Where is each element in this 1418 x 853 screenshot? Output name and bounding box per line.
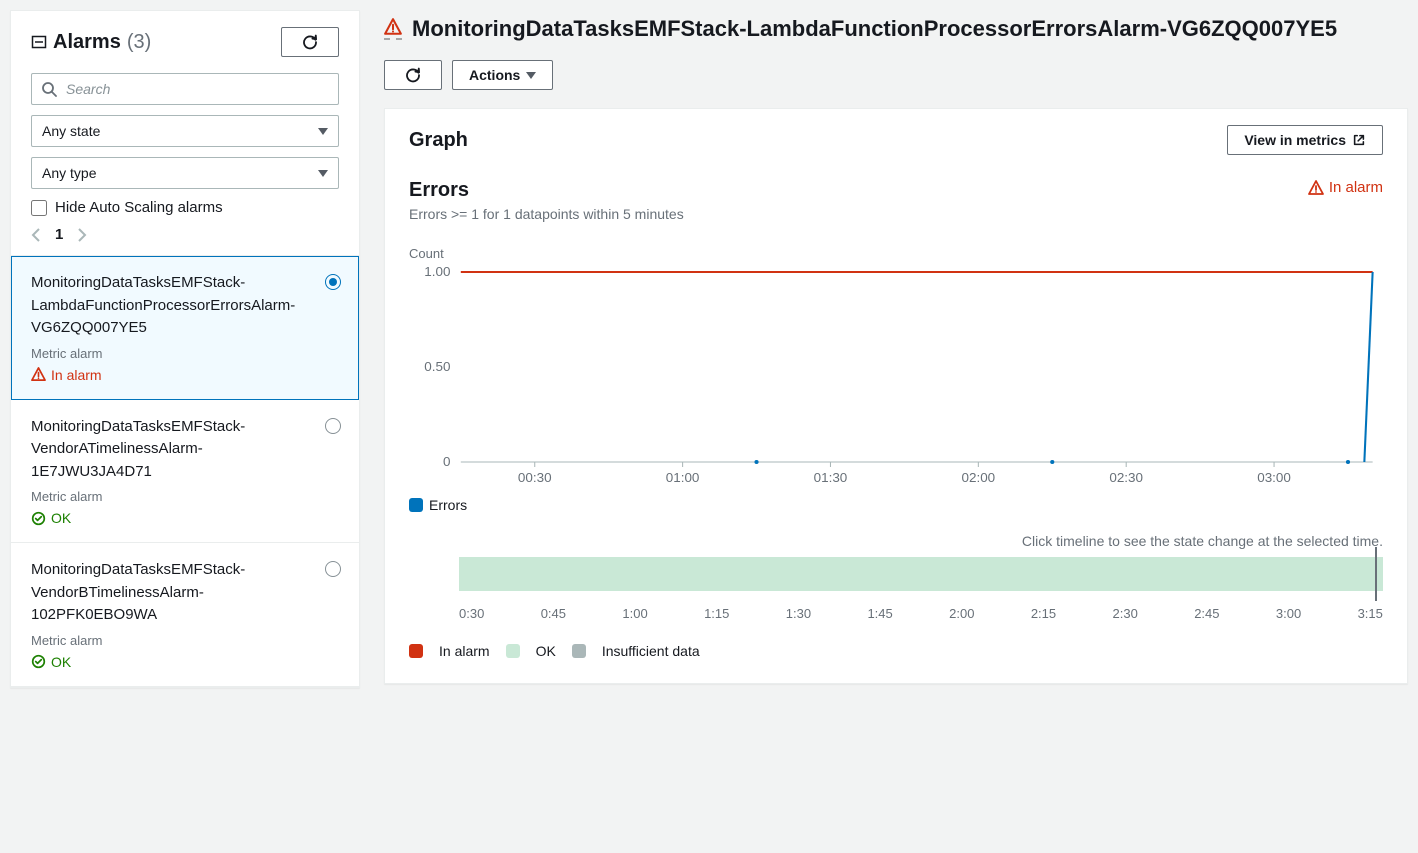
actions-button[interactable]: Actions xyxy=(452,60,553,90)
svg-text:00:30: 00:30 xyxy=(518,470,552,485)
alarm-icon xyxy=(1308,180,1324,196)
timeline-tick: 3:00 xyxy=(1276,606,1301,621)
alarm-icon xyxy=(31,367,46,382)
next-page-button[interactable] xyxy=(77,227,87,243)
timeline-tick: 2:45 xyxy=(1194,606,1219,621)
svg-text:02:00: 02:00 xyxy=(961,470,995,485)
chart-legend: Errors xyxy=(409,497,1383,513)
refresh-icon xyxy=(405,67,421,83)
panel-title: Graph xyxy=(409,129,468,152)
alarm-type: Metric alarm xyxy=(31,633,339,648)
timeline-tick: 2:15 xyxy=(1031,606,1056,621)
status-badge: In alarm xyxy=(1308,179,1383,196)
external-link-icon xyxy=(1352,133,1366,147)
svg-text:0.50: 0.50 xyxy=(424,359,450,374)
pagination: 1 xyxy=(31,226,339,243)
timeline-tick: 2:00 xyxy=(949,606,974,621)
timeline-tick: 1:00 xyxy=(622,606,647,621)
chevron-down-icon xyxy=(318,170,328,177)
svg-text:01:00: 01:00 xyxy=(666,470,700,485)
timeline-tick: 2:30 xyxy=(1113,606,1138,621)
timeline-tick: 3:15 xyxy=(1358,606,1383,621)
chevron-down-icon xyxy=(318,128,328,135)
timeline-ticks: 0:30 0:45 1:00 1:15 1:30 1:45 2:00 2:15 2:30 2:45… xyxy=(459,606,1383,621)
radio-select[interactable] xyxy=(325,274,341,290)
refresh-button[interactable] xyxy=(384,60,442,90)
alarm-status: In alarm xyxy=(31,367,339,383)
timeline-cursor[interactable] xyxy=(1375,547,1377,601)
svg-text:02:30: 02:30 xyxy=(1109,470,1143,485)
timeline-tick: 1:45 xyxy=(867,606,892,621)
timeline-tick: 1:30 xyxy=(786,606,811,621)
graph-title: Errors xyxy=(409,179,684,202)
alarm-name: MonitoringDataTasksEMFStack-VendorBTimel… xyxy=(31,559,339,627)
refresh-icon xyxy=(302,34,318,50)
timeline-tick: 0:45 xyxy=(541,606,566,621)
alarm-list-item[interactable]: MonitoringDataTasksEMFStack-LambdaFuncti… xyxy=(11,256,359,400)
timeline-hint: Click timeline to see the state change a… xyxy=(409,533,1383,549)
alarm-icon xyxy=(384,18,402,40)
svg-text:1.00: 1.00 xyxy=(424,267,450,279)
alarm-list-item[interactable]: MonitoringDataTasksEMFStack-VendorBTimel… xyxy=(11,543,359,687)
svg-text:03:00: 03:00 xyxy=(1257,470,1291,485)
alarm-name: MonitoringDataTasksEMFStack-VendorATimel… xyxy=(31,416,339,484)
collapse-icon[interactable] xyxy=(31,34,47,50)
state-legend: In alarm OK Insufficient data xyxy=(409,643,1383,659)
alarm-count: (3) xyxy=(127,31,151,54)
page-number: 1 xyxy=(55,226,63,243)
timeline-tick: 0:30 xyxy=(459,606,484,621)
view-in-metrics-button[interactable]: View in metrics xyxy=(1227,125,1383,155)
radio-select[interactable] xyxy=(325,561,341,577)
chevron-down-icon xyxy=(526,72,536,79)
alarm-status: OK xyxy=(31,654,339,670)
search-icon xyxy=(41,81,57,97)
alarm-type: Metric alarm xyxy=(31,489,339,504)
alarm-detail: MonitoringDataTasksEMFStack-LambdaFuncti… xyxy=(384,10,1408,688)
chart[interactable]: 0 0.50 1.00 00:30 01:00 01:30 02:00 02:30 03:00 xyxy=(409,267,1383,487)
search-input-wrap xyxy=(31,73,339,105)
alarm-list-item[interactable]: MonitoringDataTasksEMFStack-VendorATimel… xyxy=(11,400,359,544)
radio-select[interactable] xyxy=(325,418,341,434)
page-title: MonitoringDataTasksEMFStack-LambdaFuncti… xyxy=(384,16,1337,42)
timeline-tick: 1:15 xyxy=(704,606,729,621)
ok-icon xyxy=(31,511,46,526)
sidebar-title: Alarms (3) xyxy=(31,31,151,54)
search-input[interactable] xyxy=(31,73,339,105)
refresh-button[interactable] xyxy=(281,27,339,57)
alarms-sidebar: Alarms (3) Any state Any type xyxy=(10,10,360,688)
y-axis-label: Count xyxy=(409,246,1383,261)
alarm-name: MonitoringDataTasksEMFStack-LambdaFuncti… xyxy=(31,272,339,340)
svg-text:01:30: 01:30 xyxy=(814,470,848,485)
svg-text:0: 0 xyxy=(443,454,450,469)
alarm-list: MonitoringDataTasksEMFStack-LambdaFuncti… xyxy=(11,255,359,687)
state-timeline[interactable] xyxy=(459,557,1383,591)
prev-page-button[interactable] xyxy=(31,227,41,243)
state-filter-select[interactable]: Any state xyxy=(31,115,339,147)
ok-icon xyxy=(31,654,46,669)
alarm-type: Metric alarm xyxy=(31,346,339,361)
alarm-status: OK xyxy=(31,510,339,526)
graph-panel: Graph View in metrics Errors Errors >= 1… xyxy=(384,108,1408,684)
hide-autoscaling-checkbox[interactable]: Hide Auto Scaling alarms xyxy=(31,199,339,216)
type-filter-select[interactable]: Any type xyxy=(31,157,339,189)
graph-subtitle: Errors >= 1 for 1 datapoints within 5 mi… xyxy=(409,206,684,222)
